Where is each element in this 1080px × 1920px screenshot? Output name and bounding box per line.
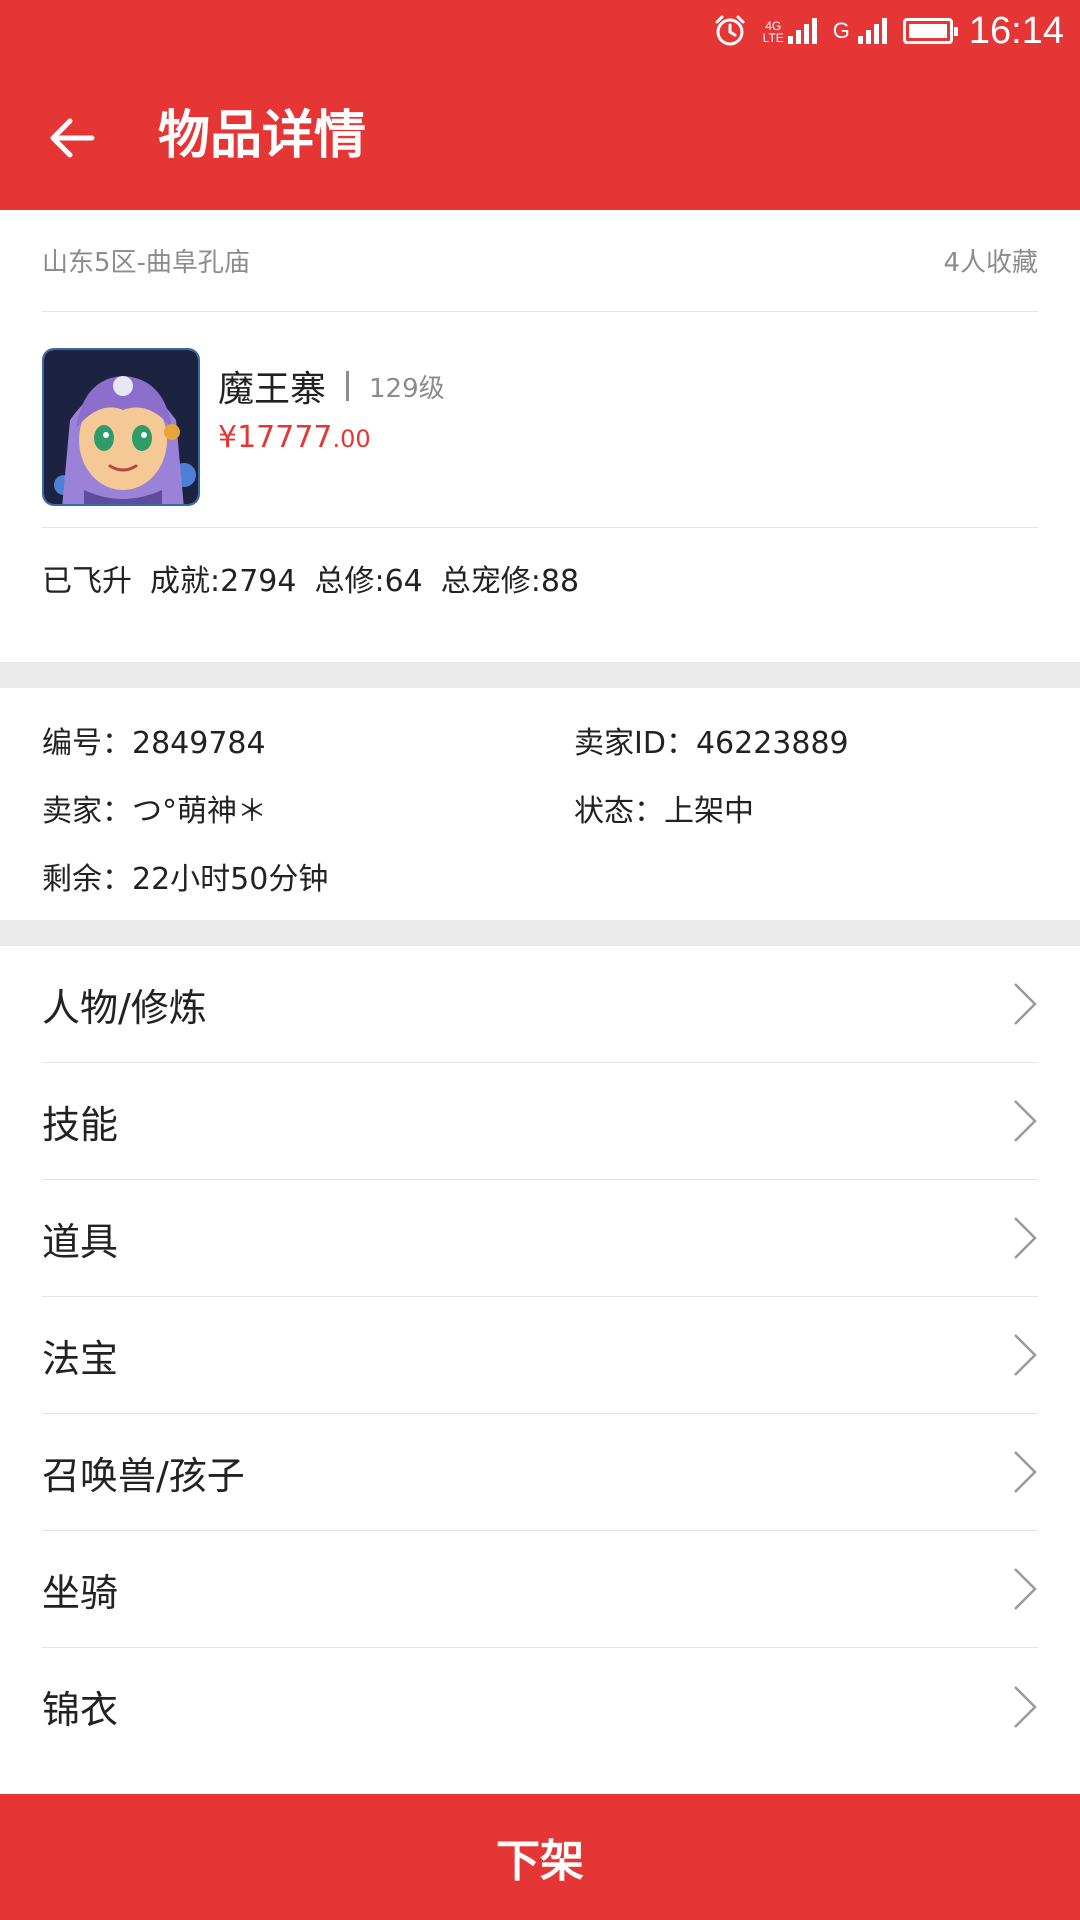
separator: [346, 371, 350, 401]
menu-item-label: 技能: [42, 1102, 119, 1147]
chevron-right-icon: [1014, 1100, 1037, 1142]
info-seller-value: つ°萌神＊: [132, 794, 267, 829]
price-decimal: .00: [332, 425, 371, 453]
item-price: ¥17777.00: [218, 420, 371, 455]
chevron-right-icon: [1014, 1451, 1037, 1493]
signal-g: G: [833, 18, 887, 44]
info-seller-id-value: 46223889: [695, 726, 849, 761]
role-level: 129级: [369, 373, 445, 404]
network-lte-label: LTE: [762, 31, 784, 45]
chevron-right-icon: [1014, 1217, 1037, 1259]
arrow-left-icon: [50, 118, 95, 158]
tag-achievement: 成就:2794: [150, 564, 297, 599]
item-info: 编号：2849784 卖家ID：46223889 卖家：つ°萌神＊ 状态：上架中…: [0, 688, 1080, 920]
role-name: 魔王寨: [218, 369, 327, 410]
menu-item-label: 锦衣: [42, 1688, 119, 1732]
info-remaining-label: 剩余：: [42, 862, 132, 897]
menu-item-label: 道具: [42, 1219, 119, 1264]
menu-item-mounts[interactable]: 坐骑: [42, 1531, 1038, 1648]
role-tags: 已飞升 成就:2794 总修:64 总宠修:88: [42, 528, 579, 628]
tag-ascended: 已飞升: [42, 564, 132, 599]
menu-item-items[interactable]: 道具: [42, 1180, 1038, 1297]
item-summary: 山东5区-曲阜孔庙 4人收藏 魔王寨 129级 ¥17777.00 已飞升 成就…: [0, 210, 1080, 662]
chevron-right-icon: [1014, 1685, 1037, 1728]
network-g-label: G: [832, 18, 850, 43]
signal-4g: 4G LTE: [763, 18, 817, 44]
role-row: 魔王寨 129级 ¥17777.00: [42, 312, 1038, 528]
info-status-value: 上架中: [664, 794, 754, 829]
back-button[interactable]: [30, 96, 114, 180]
info-remaining-value: 22小时50分钟: [132, 862, 329, 897]
info-seller-id: 卖家ID：46223889: [574, 718, 849, 762]
tag-pet-cultivation: 总宠修:88: [440, 564, 580, 599]
app-bar: 物品详情: [0, 62, 1080, 210]
network-type-label: 4G LTE: [763, 20, 784, 44]
section-divider: [0, 920, 1080, 946]
server-name: 山东5区-曲阜孔庙: [42, 248, 250, 278]
menu-item-skills[interactable]: 技能: [42, 1063, 1038, 1180]
detail-menu: 人物/修炼 技能 道具 法宝 召唤兽/孩子 坐骑 锦衣: [0, 946, 1080, 1765]
info-id: 编号：2849784: [42, 718, 266, 762]
menu-item-label: 召唤兽/孩子: [42, 1453, 245, 1498]
menu-item-label: 法宝: [42, 1336, 119, 1381]
delist-button[interactable]: 下架: [0, 1794, 1080, 1920]
status-time: 16:14: [968, 10, 1064, 52]
summary-header: 山东5区-曲阜孔庙 4人收藏: [42, 210, 1038, 312]
status-icons: 4G LTE G 16:14: [713, 0, 1064, 62]
status-bar: 4G LTE G 16:14: [0, 0, 1080, 62]
tag-cultivation: 总修:64: [314, 564, 423, 599]
chevron-right-icon: [1014, 1568, 1037, 1610]
menu-item-outfits[interactable]: 锦衣: [42, 1648, 1038, 1765]
info-seller-label: 卖家：: [42, 794, 132, 829]
chevron-right-icon: [1014, 983, 1037, 1025]
signal-icon: [787, 18, 817, 44]
info-seller-id-label: 卖家ID：: [574, 726, 696, 761]
info-status-label: 状态：: [574, 794, 664, 829]
menu-item-label: 人物/修炼: [42, 985, 207, 1030]
info-remaining: 剩余：22小时50分钟: [42, 854, 328, 898]
menu-item-treasures[interactable]: 法宝: [42, 1297, 1038, 1414]
role-avatar: [42, 348, 200, 506]
battery-icon: [902, 18, 958, 44]
menu-item-pets[interactable]: 召唤兽/孩子: [42, 1414, 1038, 1531]
section-divider: [0, 662, 1080, 688]
battery-level: [908, 24, 947, 38]
info-status: 状态：上架中: [574, 786, 754, 830]
info-seller: 卖家：つ°萌神＊: [42, 786, 267, 830]
page-title: 物品详情: [158, 106, 367, 166]
price-integer: ¥17777: [218, 420, 333, 455]
favorite-count: 4人收藏: [943, 248, 1038, 278]
info-id-value: 2849784: [132, 726, 266, 761]
menu-item-label: 坐骑: [42, 1570, 119, 1615]
info-id-label: 编号：: [42, 726, 132, 761]
role-title: 魔王寨 129级: [218, 360, 445, 412]
menu-item-character[interactable]: 人物/修炼: [42, 946, 1038, 1063]
signal-icon: [857, 18, 887, 44]
alarm-icon: [715, 15, 745, 46]
chevron-right-icon: [1014, 1334, 1037, 1376]
